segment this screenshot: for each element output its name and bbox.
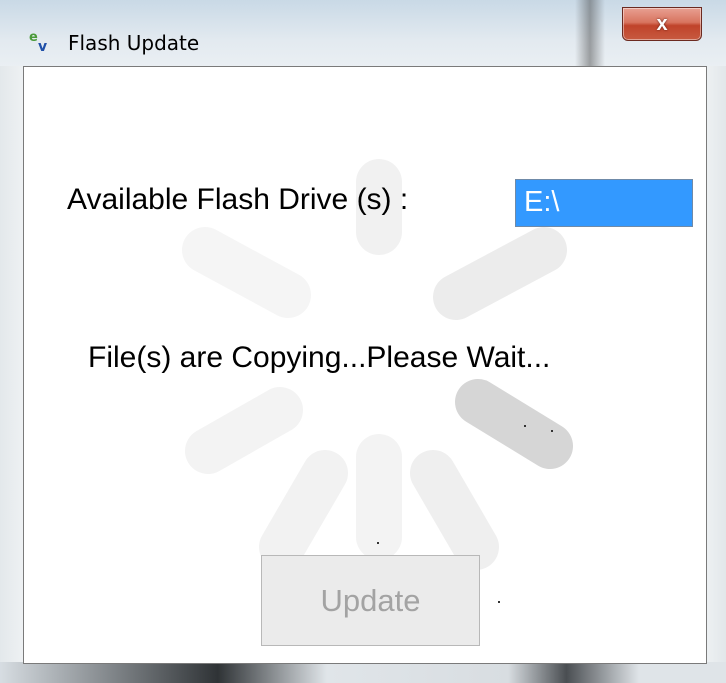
status-message: File(s) are Copying...Please Wait... xyxy=(88,341,551,374)
window-title: Flash Update xyxy=(68,31,200,55)
drive-select-field[interactable]: E:\ xyxy=(515,179,693,227)
artifact-dot xyxy=(524,425,526,427)
artifact-dot xyxy=(377,542,379,544)
window-right-border xyxy=(705,66,726,662)
dialog-client-area: Available Flash Drive (s) : E:\ File(s) … xyxy=(23,66,707,664)
close-button[interactable]: x xyxy=(622,7,702,41)
window-left-border xyxy=(0,66,23,662)
update-button[interactable]: Update xyxy=(261,555,480,646)
artifact-dot xyxy=(551,430,553,432)
svg-text:v: v xyxy=(38,39,47,53)
svg-text:e: e xyxy=(29,30,38,45)
close-icon: x xyxy=(656,12,668,35)
window-bottom-border xyxy=(0,662,726,683)
ev-logo-icon: e v xyxy=(28,29,54,55)
drive-label: Available Flash Drive (s) : xyxy=(67,183,409,216)
title-bar[interactable]: e v Flash Update x xyxy=(0,0,726,66)
artifact-dot xyxy=(498,601,500,603)
